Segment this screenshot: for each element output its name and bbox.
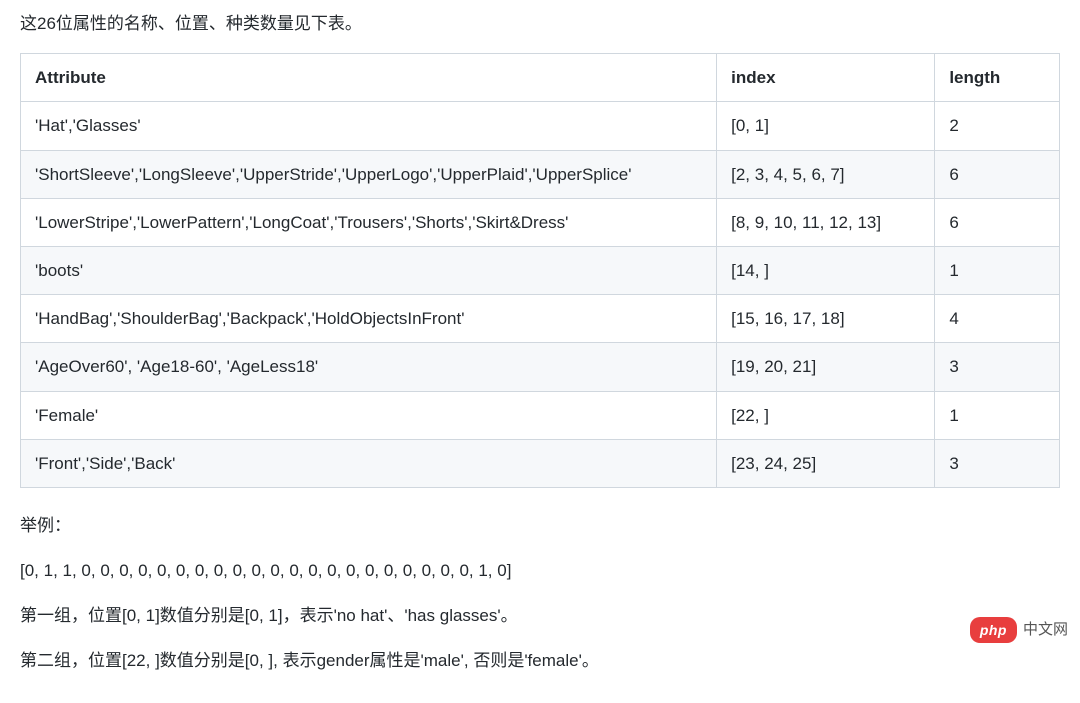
cell-length: 3 [935, 439, 1060, 487]
cell-index: [15, 16, 17, 18] [717, 295, 935, 343]
cell-attribute: 'Female' [21, 391, 717, 439]
cell-attribute: 'Hat','Glasses' [21, 102, 717, 150]
cell-index: [14, ] [717, 246, 935, 294]
example-vector: [0, 1, 1, 0, 0, 0, 0, 0, 0, 0, 0, 0, 0, … [20, 557, 1060, 584]
cell-length: 1 [935, 246, 1060, 294]
header-index: index [717, 54, 935, 102]
cell-length: 3 [935, 343, 1060, 391]
table-header-row: Attribute index length [21, 54, 1060, 102]
cell-index: [23, 24, 25] [717, 439, 935, 487]
table-row: 'Female' [22, ] 1 [21, 391, 1060, 439]
cell-index: [2, 3, 4, 5, 6, 7] [717, 150, 935, 198]
cell-index: [22, ] [717, 391, 935, 439]
cell-index: [19, 20, 21] [717, 343, 935, 391]
cell-index: [0, 1] [717, 102, 935, 150]
table-row: 'LowerStripe','LowerPattern','LongCoat',… [21, 198, 1060, 246]
header-attribute: Attribute [21, 54, 717, 102]
watermark: php 中文网 [970, 617, 1068, 643]
example-label: 举例： [20, 512, 1060, 539]
example-group1: 第一组，位置[0, 1]数值分别是[0, 1]，表示'no hat'、'has … [20, 602, 1060, 629]
example-group2: 第二组，位置[22, ]数值分别是[0, ], 表示gender属性是'male… [20, 647, 1060, 674]
cell-attribute: 'boots' [21, 246, 717, 294]
watermark-badge: php [970, 617, 1017, 643]
cell-length: 2 [935, 102, 1060, 150]
cell-attribute: 'HandBag','ShoulderBag','Backpack','Hold… [21, 295, 717, 343]
cell-length: 1 [935, 391, 1060, 439]
intro-text: 这26位属性的名称、位置、种类数量见下表。 [20, 10, 1060, 37]
cell-index: [8, 9, 10, 11, 12, 13] [717, 198, 935, 246]
cell-attribute: 'Front','Side','Back' [21, 439, 717, 487]
cell-attribute: 'LowerStripe','LowerPattern','LongCoat',… [21, 198, 717, 246]
cell-length: 6 [935, 198, 1060, 246]
cell-attribute: 'ShortSleeve','LongSleeve','UpperStride'… [21, 150, 717, 198]
header-length: length [935, 54, 1060, 102]
table-row: 'AgeOver60', 'Age18-60', 'AgeLess18' [19… [21, 343, 1060, 391]
attribute-table: Attribute index length 'Hat','Glasses' [… [20, 53, 1060, 488]
watermark-text: 中文网 [1023, 618, 1068, 642]
cell-length: 6 [935, 150, 1060, 198]
table-row: 'boots' [14, ] 1 [21, 246, 1060, 294]
table-row: 'ShortSleeve','LongSleeve','UpperStride'… [21, 150, 1060, 198]
cell-length: 4 [935, 295, 1060, 343]
table-row: 'HandBag','ShoulderBag','Backpack','Hold… [21, 295, 1060, 343]
table-row: 'Hat','Glasses' [0, 1] 2 [21, 102, 1060, 150]
cell-attribute: 'AgeOver60', 'Age18-60', 'AgeLess18' [21, 343, 717, 391]
table-row: 'Front','Side','Back' [23, 24, 25] 3 [21, 439, 1060, 487]
